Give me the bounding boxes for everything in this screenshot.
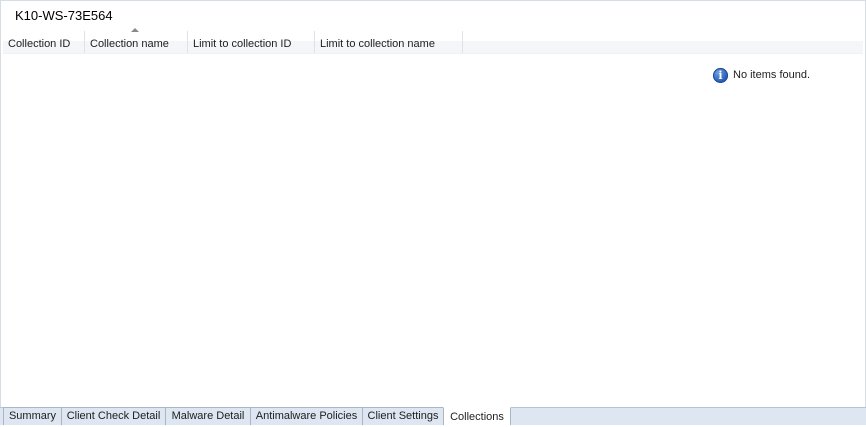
column-header-collection-id[interactable]: Collection ID	[3, 31, 85, 53]
column-header-limit-to-collection-name[interactable]: Limit to collection name	[315, 31, 463, 53]
empty-list-text: No items found.	[733, 69, 811, 81]
details-panel	[0, 0, 866, 424]
tab-collections[interactable]: Collections	[443, 407, 511, 425]
tab-malware-detail[interactable]: Malware Detail	[165, 407, 251, 425]
tab-client-settings[interactable]: Client Settings	[362, 407, 444, 425]
tab-client-check-detail[interactable]: Client Check Detail	[61, 407, 166, 425]
tab-summary[interactable]: Summary	[3, 407, 62, 425]
empty-list-message: i No items found.	[713, 67, 810, 83]
sort-ascending-icon	[131, 28, 139, 32]
tab-antimalware-policies[interactable]: Antimalware Policies	[250, 407, 363, 425]
column-header-limit-to-collection-id[interactable]: Limit to collection ID	[188, 31, 315, 53]
panel-title: K10-WS-73E564	[15, 8, 113, 23]
column-header-collection-name[interactable]: Collection name	[85, 31, 188, 53]
info-icon: i	[713, 67, 728, 83]
